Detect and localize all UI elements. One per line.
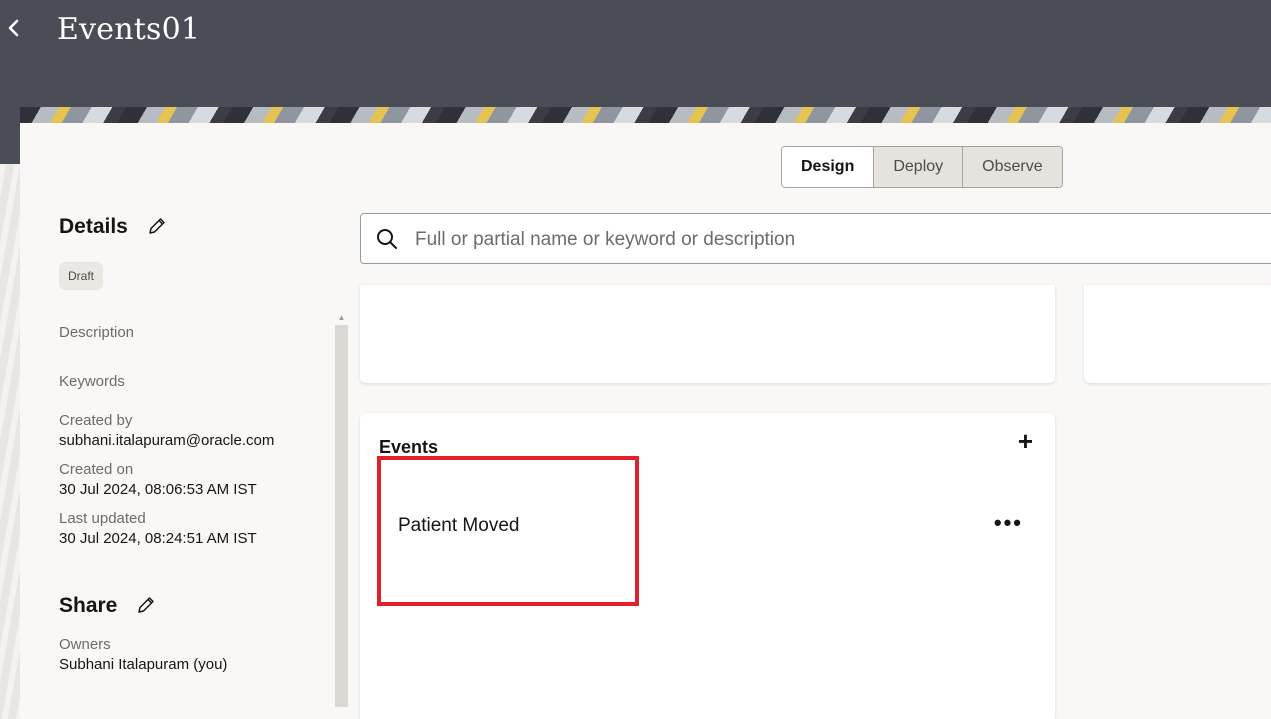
last-updated-value: 30 Jul 2024, 08:24:51 AM IST	[59, 530, 257, 547]
add-event-button[interactable]: +	[1018, 427, 1033, 455]
description-label: Description	[59, 324, 135, 341]
share-heading: Share	[59, 594, 118, 617]
events-panel: Events + Patient Moved •••	[360, 413, 1055, 719]
search-input[interactable]	[413, 214, 1271, 265]
main-card: Design Deploy Observe Details Draft Desc…	[20, 123, 1271, 719]
more-actions-button[interactable]: •••	[994, 512, 1023, 534]
mode-tabs: Design Deploy Observe	[781, 146, 1063, 188]
owners-label: Owners	[59, 636, 111, 653]
tab-deploy[interactable]: Deploy	[873, 147, 963, 187]
created-on-value: 30 Jul 2024, 08:06:53 AM IST	[59, 481, 257, 498]
tab-design[interactable]: Design	[782, 147, 874, 187]
details-scrollbar[interactable]: ▲	[335, 313, 348, 709]
event-name[interactable]: Patient Moved	[398, 515, 519, 537]
background-pattern	[0, 164, 20, 719]
details-heading: Details	[59, 215, 128, 238]
created-on-label: Created on	[59, 461, 134, 478]
edit-details-button[interactable]	[147, 216, 167, 236]
tab-observe[interactable]: Observe	[962, 147, 1062, 187]
owners-value: Subhani Italapuram (you)	[59, 656, 228, 673]
created-by-value: subhani.italapuram@oracle.com	[59, 432, 275, 449]
scroll-up-arrow-icon[interactable]: ▲	[335, 313, 348, 323]
search-icon	[377, 229, 397, 249]
page-title: Events01	[57, 12, 201, 47]
keywords-label: Keywords	[59, 373, 125, 390]
events-heading: Events	[379, 437, 439, 457]
chevron-left-icon	[8, 19, 19, 37]
scrollbar-thumb[interactable]	[335, 325, 348, 707]
upper-right-tile	[1084, 285, 1271, 383]
upper-tile	[360, 285, 1055, 383]
created-by-label: Created by	[59, 412, 133, 429]
pencil-icon	[149, 218, 165, 234]
banner-image	[20, 107, 1271, 123]
last-updated-label: Last updated	[59, 510, 146, 527]
back-button[interactable]	[4, 18, 24, 44]
status-badge: Draft	[59, 262, 104, 290]
edit-share-button[interactable]	[136, 595, 156, 615]
pencil-icon	[138, 597, 154, 613]
search-box	[360, 213, 1271, 265]
